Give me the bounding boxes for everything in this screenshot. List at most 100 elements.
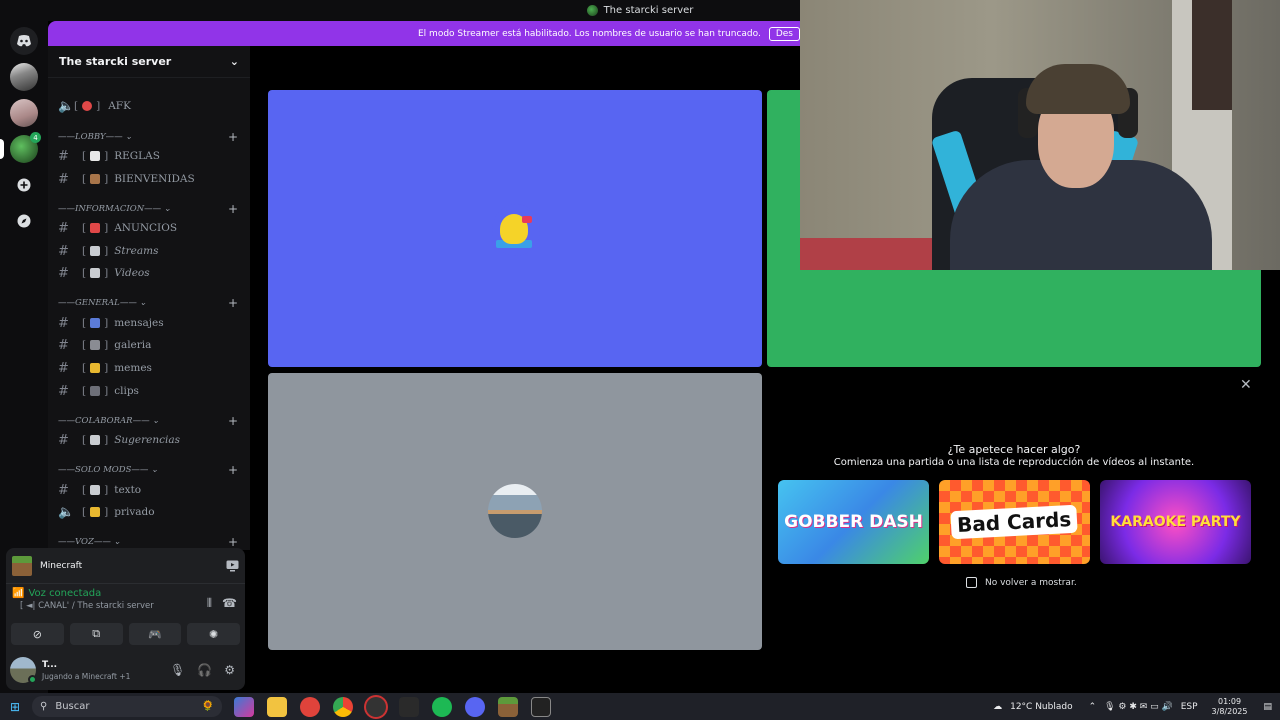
hash-icon: # <box>58 171 69 187</box>
search-placeholder: Buscar <box>55 701 90 712</box>
person-cap <box>1026 64 1130 114</box>
share-screen-button[interactable]: ⧉ <box>69 623 123 645</box>
chevron-up-icon[interactable]: ⌃ <box>1089 702 1097 712</box>
windows-start-icon[interactable]: ⊞ <box>0 700 30 714</box>
add-channel-icon[interactable]: + <box>228 463 238 477</box>
user-activity: Jugando a Minecraft +1 <box>42 671 131 681</box>
channel-label: ANUNCIOS <box>114 222 178 234</box>
disable-streamer-button[interactable]: Des <box>768 26 800 41</box>
voice-channel-privado[interactable]: 🔈[] privado <box>58 502 240 522</box>
add-channel-icon[interactable]: + <box>228 202 238 216</box>
category-informacion[interactable]: ——INFORMACION—— ⌄ + <box>58 202 238 216</box>
obs-icon[interactable] <box>366 696 386 717</box>
activity-card-bad-cards[interactable]: Bad Cards <box>939 480 1090 564</box>
participant-tile[interactable] <box>268 90 762 367</box>
camera-off-icon: ⊘ <box>32 627 42 641</box>
server-starcki[interactable]: 4 <box>0 132 41 163</box>
add-channel-icon[interactable]: + <box>228 535 238 549</box>
chrome-icon[interactable] <box>333 696 353 717</box>
dont-show-again[interactable]: No volver a mostrar. <box>966 577 1077 588</box>
online-status-icon <box>28 675 37 684</box>
door-icon <box>90 174 101 184</box>
notification-icon[interactable]: ▤ <box>1263 702 1272 712</box>
channel-label: Videos <box>114 267 150 279</box>
dont-show-checkbox[interactable] <box>966 577 977 588</box>
disconnect-icon[interactable]: ☎ <box>222 596 237 611</box>
stream-game-icon[interactable] <box>226 560 239 572</box>
screen-share-icon: ⧉ <box>92 627 101 640</box>
channel-videos[interactable]: #[] Videos <box>58 263 240 283</box>
server-header[interactable]: The starcki server ⌄ <box>48 46 250 78</box>
category-solo-mods[interactable]: ——SOLO MODS—— ⌄ + <box>58 463 238 477</box>
add-channel-icon[interactable]: + <box>228 130 238 144</box>
language[interactable]: ESP <box>1181 702 1198 712</box>
tray-icons[interactable]: 🎙 ⚙ ✱ ✉ ▭ 🔊 <box>1104 702 1173 712</box>
server-dot-icon <box>586 5 598 16</box>
category-voz[interactable]: ——VOZ—— ⌄ + <box>58 535 238 549</box>
weather[interactable]: 12°C Nublado <box>1010 702 1072 712</box>
beach-avatar <box>488 484 542 538</box>
discord-logo-icon <box>17 35 31 47</box>
soundboard-icon: ✺ <box>209 627 219 641</box>
microphone-icon[interactable]: 🎙 <box>170 663 185 677</box>
channel-sugerencias[interactable]: #[] Sugerencias <box>58 430 240 450</box>
category-general[interactable]: ——GENERAL—— ⌄ + <box>58 296 238 310</box>
server-name: The starcki server <box>59 55 172 68</box>
app-icon[interactable] <box>399 696 419 717</box>
channel-streams[interactable]: #[] Streams <box>58 241 240 261</box>
hash-icon: # <box>58 360 69 376</box>
discover-icon[interactable] <box>10 207 38 235</box>
sunflower-icon: 🌻 <box>201 701 214 712</box>
inbox-icon <box>90 318 101 328</box>
discord-home-icon[interactable] <box>10 27 38 55</box>
soundboard-button[interactable]: ✺ <box>187 623 240 645</box>
channel-anuncios[interactable]: #[] ANUNCIOS <box>58 218 240 238</box>
channel-galeria[interactable]: #[] galeria <box>58 335 240 355</box>
headphones-icon[interactable]: 🎧 <box>197 663 212 677</box>
activities-button[interactable]: 🎮 <box>128 623 182 645</box>
file-explorer-icon[interactable] <box>267 696 287 717</box>
copilot-icon[interactable] <box>234 696 254 717</box>
lock-icon <box>90 507 101 517</box>
hash-icon: # <box>58 265 69 281</box>
voice-status[interactable]: 📶 Voz conectada <box>12 588 239 599</box>
discord-taskbar-icon[interactable] <box>465 696 485 717</box>
channel-bienvenidas[interactable]: #[] BIENVENIDAS <box>58 169 240 189</box>
activity-row[interactable]: Minecraft <box>6 548 245 584</box>
avatar[interactable] <box>10 657 37 684</box>
tv-icon <box>90 246 101 256</box>
channel-memes[interactable]: #[] memes <box>58 358 240 378</box>
close-activity-button[interactable]: ✕ <box>1240 377 1252 393</box>
hash-icon: # <box>58 148 69 164</box>
minecraft-taskbar-icon[interactable] <box>498 696 518 717</box>
user-panel: Minecraft 📶 Voz conectada [ ◄| CANAL' / … <box>6 548 245 690</box>
streamer-mode-banner: El modo Streamer está habilitado. Los no… <box>48 21 800 46</box>
add-channel-icon[interactable]: + <box>228 414 238 428</box>
clock[interactable]: 01:09 3/8/2025 <box>1212 697 1248 716</box>
add-channel-icon[interactable]: + <box>228 296 238 310</box>
camera-off-button[interactable]: ⊘ <box>11 623 64 645</box>
category-lobby[interactable]: ——LOBBY—— ⌄ + <box>58 130 238 144</box>
server-avatar[interactable] <box>10 99 38 127</box>
participant-tile[interactable] <box>268 373 762 650</box>
epic-games-icon[interactable] <box>531 696 551 717</box>
plus-circle-icon <box>17 178 31 192</box>
gear-icon[interactable]: ⚙ <box>224 663 235 677</box>
spotify-icon[interactable] <box>432 696 452 717</box>
channel-clips[interactable]: #[] clips <box>58 381 240 401</box>
hash-icon: # <box>58 220 69 236</box>
app-icon[interactable] <box>300 696 320 717</box>
channel-texto[interactable]: #[] texto <box>58 480 240 500</box>
channel-reglas[interactable]: #[] REGLAS <box>58 146 240 166</box>
channel-mensajes[interactable]: #[] mensajes <box>58 313 240 333</box>
category-colaborar[interactable]: ——COLABORAR—— ⌄ + <box>58 414 238 428</box>
activity-title: ¿Te apetece hacer algo? <box>947 443 1081 456</box>
activity-card-gobber-dash[interactable]: GOBBER DASH <box>778 480 929 564</box>
noise-suppression-icon[interactable]: ⦀ <box>207 596 212 611</box>
activity-card-karaoke-party[interactable]: KARAOKE PARTY <box>1100 480 1251 564</box>
add-server-icon[interactable] <box>10 171 38 199</box>
server-avatar[interactable] <box>10 63 38 91</box>
speaker-icon: 🔈 <box>58 504 75 520</box>
taskbar-search[interactable]: ⚲ Buscar 🌻 <box>32 696 222 717</box>
voice-channel-afk[interactable]: 🔈 [] AFK <box>58 96 240 116</box>
